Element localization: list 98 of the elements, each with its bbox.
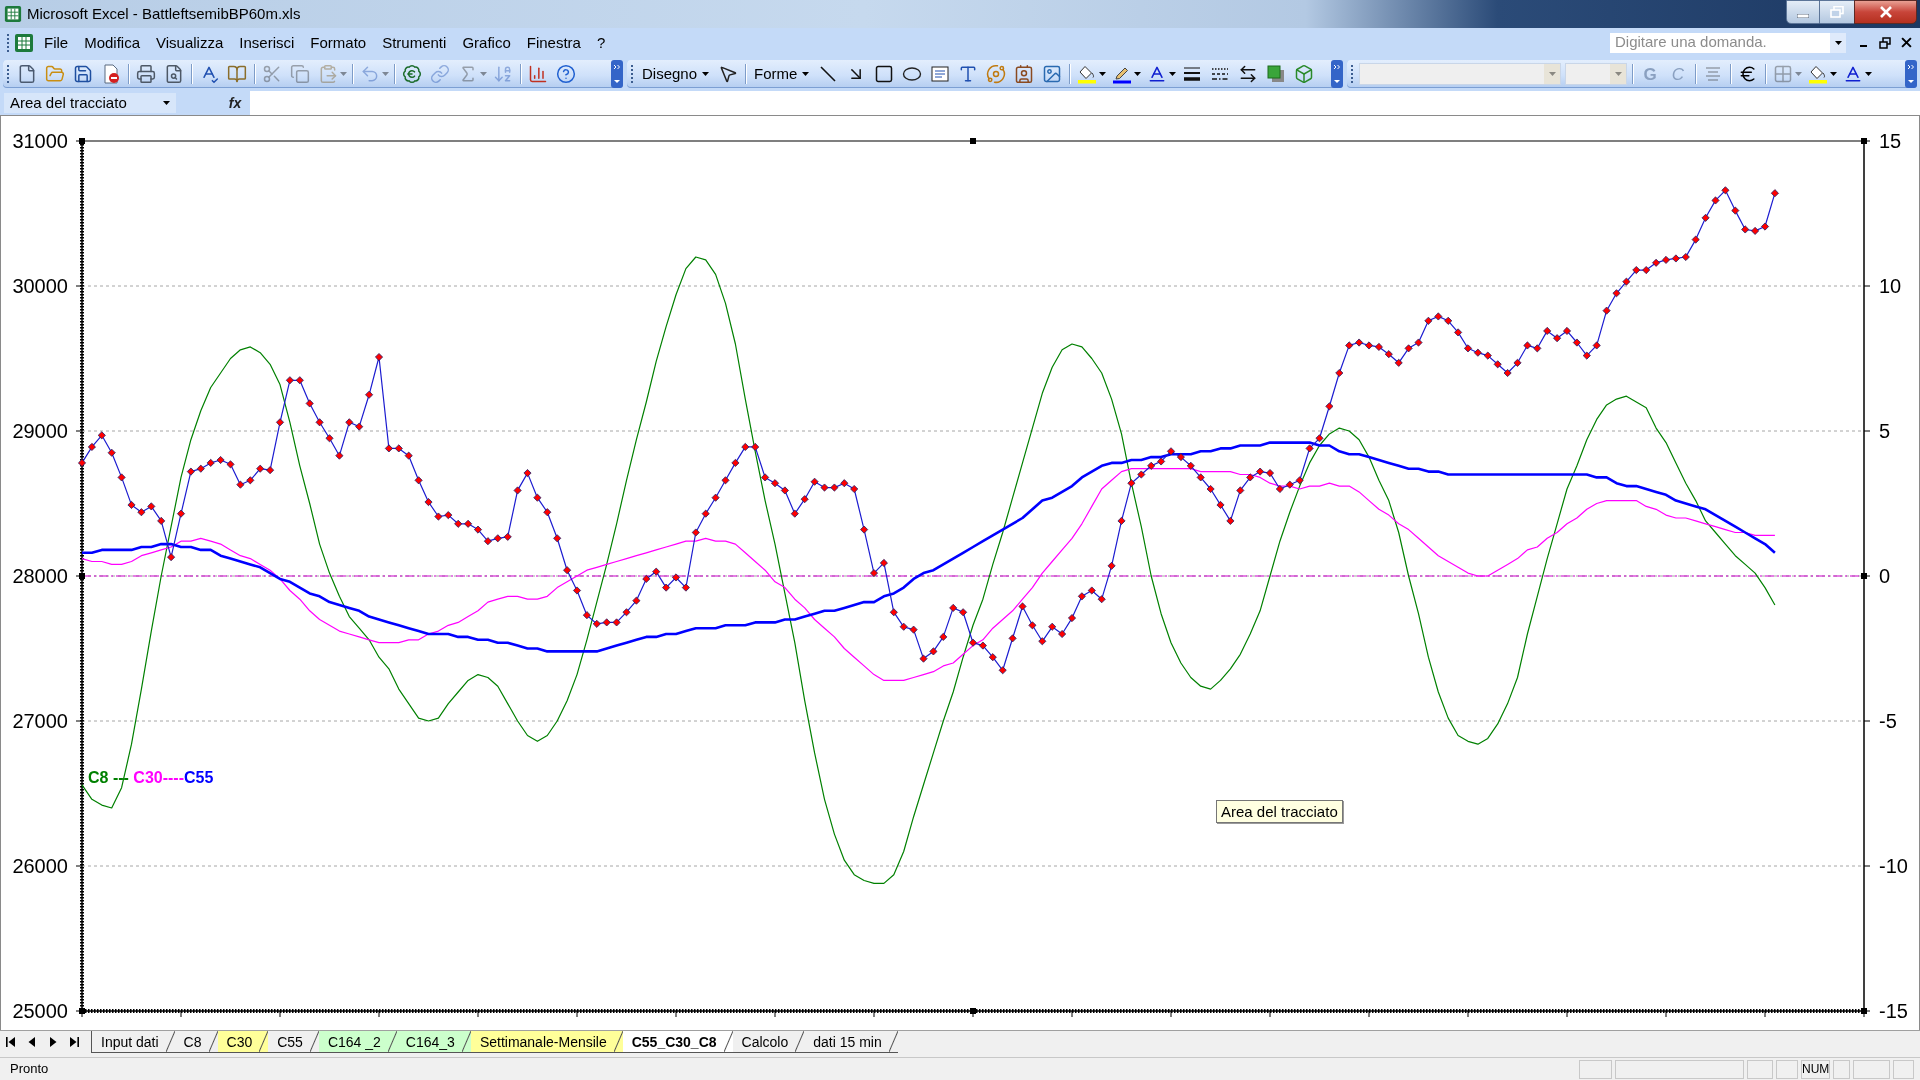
sheet-tab[interactable]: Settimanale-Mensile — [470, 1031, 623, 1053]
resize-handle-icon[interactable] — [79, 573, 85, 579]
menu-item[interactable]: Strumenti — [374, 31, 455, 54]
toolbar-menu-button[interactable]: Disegno — [637, 62, 715, 86]
image-icon[interactable] — [1042, 64, 1063, 84]
sheet-tab[interactable]: C164_3 — [396, 1031, 471, 1053]
sheet-tab[interactable]: dati 15 min — [804, 1031, 898, 1053]
sheet-tab[interactable]: C8 — [174, 1031, 218, 1053]
sheet-tab[interactable]: C55 — [268, 1031, 319, 1053]
blank-page-icon[interactable] — [17, 64, 37, 84]
paint-bucket-icon[interactable] — [1808, 64, 1828, 84]
toolbar-options-icon[interactable] — [1905, 60, 1917, 88]
name-box[interactable]: Area del tracciato — [4, 93, 176, 113]
sheet-tab[interactable]: Calcolo — [732, 1031, 805, 1053]
page-magnifier-icon[interactable] — [164, 64, 184, 84]
close-button[interactable] — [1854, 0, 1917, 24]
previous-sheet-icon[interactable] — [27, 1037, 37, 1047]
status-indicator: NUM — [1801, 1059, 1830, 1079]
sheet-tab[interactable]: C164 _2 — [318, 1031, 397, 1053]
axis-label: 0 — [1879, 565, 1891, 587]
axis-label: 30000 — [12, 275, 68, 297]
resize-handle-icon[interactable] — [79, 1008, 85, 1014]
axis-label: 5 — [1879, 420, 1891, 442]
shadow-square-icon[interactable] — [1266, 64, 1287, 84]
text-box-icon[interactable] — [930, 64, 951, 84]
function-button[interactable]: fx — [224, 91, 246, 115]
menu-item[interactable]: Visualizza — [148, 31, 232, 54]
resize-handle-icon[interactable] — [970, 138, 976, 144]
resize-handle-icon[interactable] — [1861, 138, 1867, 144]
legend-label: C8 --- — [88, 768, 130, 788]
toolbar-menu-button[interactable]: Forme — [749, 62, 815, 86]
bar-chart-icon[interactable] — [528, 64, 548, 84]
toolbar-options-icon[interactable] — [611, 60, 623, 88]
font-color-icon[interactable] — [1843, 64, 1863, 84]
sheet-tab[interactable]: Input dati — [92, 1031, 175, 1053]
spreadsheet-icon[interactable] — [14, 32, 34, 53]
caret-icon[interactable] — [702, 72, 710, 76]
caret-icon[interactable] — [802, 72, 810, 76]
axis-label: 15 — [1879, 130, 1902, 152]
minimize-button[interactable] — [1786, 0, 1820, 24]
axis-label: 26000 — [12, 855, 68, 877]
caret-icon[interactable] — [1099, 72, 1107, 76]
legend-label: C55 — [184, 768, 214, 788]
next-sheet-icon[interactable] — [48, 1037, 58, 1047]
axis-label: -5 — [1879, 710, 1897, 732]
caret-icon[interactable] — [1169, 72, 1177, 76]
line-weight-icon[interactable] — [1182, 64, 1203, 84]
menu-item[interactable]: Inserisci — [231, 31, 303, 54]
printer-icon[interactable] — [136, 64, 156, 84]
axis-label: 25000 — [12, 1000, 68, 1022]
diagram-icon[interactable] — [986, 64, 1007, 84]
legend-label: C30---- — [133, 768, 184, 788]
sheet-tab[interactable]: C30 — [217, 1031, 269, 1053]
pointer-icon[interactable] — [718, 64, 739, 84]
last-sheet-icon[interactable] — [69, 1037, 79, 1047]
help-icon[interactable] — [556, 64, 576, 84]
help-search-field[interactable]: Digitare una domanda. — [1609, 31, 1847, 54]
menu-item[interactable]: Modifica — [76, 31, 149, 54]
restore-button[interactable] — [1820, 0, 1854, 24]
close-icon[interactable] — [1901, 37, 1912, 48]
book-icon[interactable] — [227, 64, 247, 84]
caret-icon[interactable] — [1834, 40, 1842, 45]
resize-handle-icon[interactable] — [1861, 573, 1867, 579]
axis-label: 10 — [1879, 275, 1902, 297]
caret-icon[interactable] — [1830, 72, 1837, 76]
axis-label: 28000 — [12, 565, 68, 587]
resize-handle-icon[interactable] — [1861, 1008, 1867, 1014]
status-message: Pronto — [10, 1060, 49, 1079]
formula-input-field[interactable] — [250, 91, 1920, 115]
menu-item[interactable]: File — [36, 31, 77, 54]
first-sheet-icon[interactable] — [6, 1037, 16, 1047]
caret-icon[interactable] — [163, 101, 170, 105]
spreadsheet-icon[interactable] — [4, 5, 22, 23]
euro-badge-icon[interactable] — [402, 64, 422, 84]
axis-label: -15 — [1879, 1000, 1908, 1022]
paint-bucket-icon[interactable] — [1077, 64, 1098, 84]
tooltip: Area del tracciato — [1216, 800, 1343, 823]
axis-label: -10 — [1879, 855, 1908, 877]
cube-icon[interactable] — [1294, 64, 1315, 84]
axis-label: 27000 — [12, 710, 68, 732]
axis-label: 29000 — [12, 420, 68, 442]
restore-icon[interactable] — [1879, 36, 1891, 49]
caret-icon[interactable] — [1134, 72, 1142, 76]
page-stop-icon[interactable] — [101, 64, 121, 84]
menu-item[interactable]: Finestra — [518, 31, 589, 54]
resize-handle-icon[interactable] — [79, 138, 85, 144]
axis-label: 31000 — [12, 130, 68, 152]
menu-item[interactable]: Formato — [302, 31, 375, 54]
rectangle-icon[interactable] — [874, 64, 895, 84]
menu-item[interactable]: ? — [588, 31, 614, 54]
window-title: Microsoft Excel - BattleftsemibBP60m.xls — [27, 5, 301, 23]
menu-item[interactable]: Grafico — [454, 31, 519, 54]
oval-icon[interactable] — [902, 64, 923, 84]
resize-handle-icon[interactable] — [970, 1008, 976, 1014]
contact-card-icon[interactable] — [1014, 64, 1035, 84]
toolbar-options-icon[interactable] — [1331, 60, 1343, 88]
sheet-tab[interactable]: C55_C30_C8 — [622, 1031, 733, 1053]
caret-icon[interactable] — [1865, 72, 1872, 76]
